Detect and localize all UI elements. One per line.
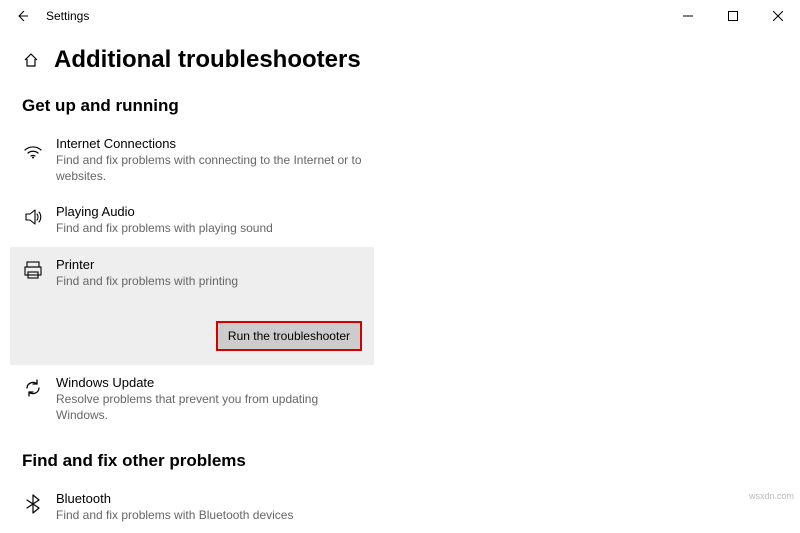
close-icon	[773, 11, 783, 21]
update-icon	[22, 377, 44, 399]
speaker-icon	[22, 206, 44, 228]
run-troubleshooter-button[interactable]: Run the troubleshooter	[216, 321, 362, 351]
maximize-button[interactable]	[710, 2, 755, 30]
item-printer[interactable]: Printer Find and fix problems with print…	[10, 247, 374, 365]
back-button[interactable]	[8, 2, 36, 30]
minimize-icon	[683, 11, 693, 21]
section-get-up-and-running: Get up and running	[22, 96, 778, 116]
item-name: Bluetooth	[56, 491, 362, 506]
item-desc: Find and fix problems with Bluetooth dev…	[56, 507, 362, 523]
home-icon[interactable]	[22, 51, 40, 69]
item-bluetooth[interactable]: Bluetooth Find and fix problems with Blu…	[10, 481, 374, 533]
bluetooth-icon	[22, 493, 44, 515]
item-name: Playing Audio	[56, 204, 362, 219]
watermark: wsxdn.com	[749, 491, 794, 501]
troubleshooter-list: Internet Connections Find and fix proble…	[10, 126, 778, 433]
item-name: Printer	[56, 257, 362, 272]
close-button[interactable]	[755, 2, 800, 30]
printer-icon	[22, 259, 44, 281]
item-desc: Find and fix problems with connecting to…	[56, 152, 362, 184]
page-header: Additional troubleshooters	[22, 46, 778, 74]
item-desc: Find and fix problems with playing sound	[56, 220, 362, 236]
other-list: Bluetooth Find and fix problems with Blu…	[10, 481, 778, 533]
titlebar: Settings	[0, 0, 800, 32]
item-name: Windows Update	[56, 375, 362, 390]
run-row: Run the troubleshooter	[22, 321, 362, 351]
maximize-icon	[728, 11, 738, 21]
item-desc: Find and fix problems with printing	[56, 273, 362, 289]
item-windows-update[interactable]: Windows Update Resolve problems that pre…	[10, 365, 374, 433]
item-desc: Resolve problems that prevent you from u…	[56, 391, 362, 423]
item-playing-audio[interactable]: Playing Audio Find and fix problems with…	[10, 194, 374, 246]
page-title: Additional troubleshooters	[54, 46, 361, 74]
item-internet-connections[interactable]: Internet Connections Find and fix proble…	[10, 126, 374, 194]
content-area: Additional troubleshooters Get up and ru…	[0, 46, 800, 533]
section-find-and-fix: Find and fix other problems	[22, 451, 778, 471]
item-name: Internet Connections	[56, 136, 362, 151]
window-title: Settings	[46, 9, 89, 23]
minimize-button[interactable]	[665, 2, 710, 30]
arrow-left-icon	[15, 9, 29, 23]
wifi-icon	[22, 138, 44, 160]
